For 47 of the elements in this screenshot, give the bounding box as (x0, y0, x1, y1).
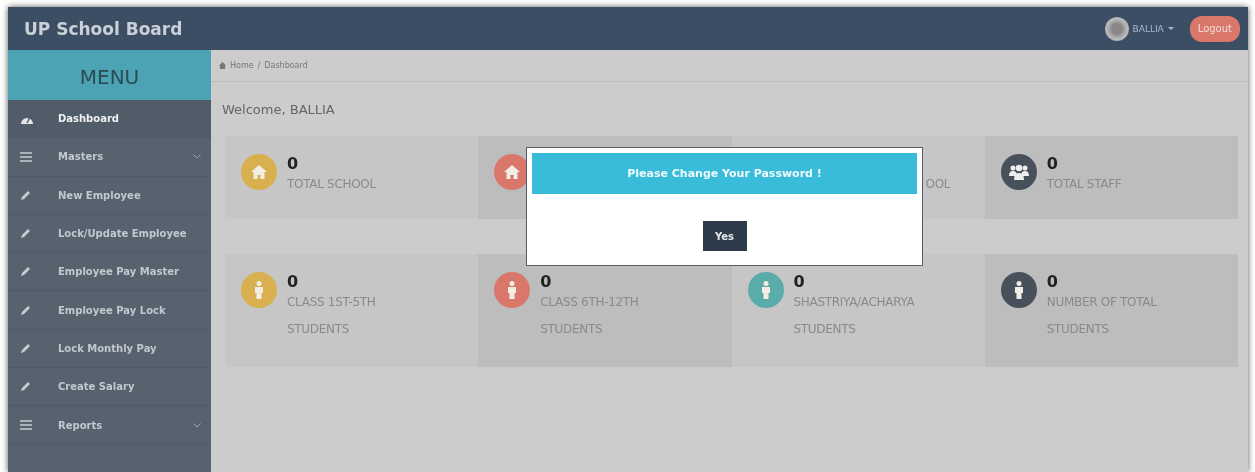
person-icon (1013, 281, 1024, 299)
dialog-title: Please Change Your Password ! (532, 153, 917, 194)
stat-value: 0 (287, 272, 300, 292)
pencil-icon (20, 266, 31, 278)
user-menu[interactable]: BALLIA (1132, 23, 1164, 34)
sidebar-item[interactable]: Employee Pay Master (8, 253, 211, 292)
person-icon (760, 281, 771, 299)
stat-label: TOTAL SCHOOL (287, 176, 376, 193)
home-icon (219, 62, 226, 69)
pencil-icon (20, 381, 31, 393)
group-icon (1007, 164, 1030, 180)
caret-icon (1167, 27, 1174, 30)
breadcrumb-link[interactable]: Home (230, 61, 254, 70)
welcome-text: Welcome, BALLIA (222, 102, 335, 117)
menu-icon (20, 151, 32, 162)
sidebar-item[interactable]: New Employee (8, 176, 211, 215)
person-icon (507, 281, 518, 299)
stat-label: OOL (925, 176, 951, 193)
sidebar-item[interactable]: Employee Pay Lock (8, 291, 211, 330)
stat-value: 0 (1046, 272, 1059, 292)
stat-label: SHASTRIYA/ACHARYA STUDENTS (793, 294, 915, 338)
sidebar-item[interactable]: Lock/Update Employee (8, 214, 211, 254)
breadcrumb-separator: / (257, 61, 261, 70)
app-title: UP School Board (24, 18, 184, 39)
sidebar-item[interactable]: Lock Monthly Pay (8, 329, 211, 369)
stat-label: CLASS 1ST-5TH STUDENTS (287, 294, 376, 338)
stat-value: 0 (793, 272, 806, 292)
menu-icon (20, 420, 32, 430)
sidebar-item[interactable]: Dashboard (8, 100, 211, 139)
stat-value: 0 (1046, 154, 1059, 174)
house-icon (504, 165, 521, 179)
emblem-avatar (1104, 16, 1129, 41)
breadcrumb-link[interactable]: Dashboard (264, 61, 308, 70)
logout-button[interactable]: Logout (1189, 15, 1240, 42)
person-icon (254, 281, 264, 299)
pencil-icon (20, 304, 31, 316)
stat-value: 0 (540, 272, 553, 292)
pencil-icon (20, 228, 31, 240)
stat-value: 0 (287, 154, 300, 174)
sidebar-item[interactable]: Reports (8, 406, 211, 445)
menu-heading: MENU (8, 50, 211, 100)
sidebar-item[interactable]: Create Salary (8, 368, 211, 407)
sidebar-item[interactable]: Masters (8, 138, 211, 177)
house-icon (251, 165, 267, 179)
pencil-icon (20, 342, 31, 354)
yes-button[interactable]: Yes (702, 221, 747, 251)
pencil-icon (20, 189, 31, 201)
